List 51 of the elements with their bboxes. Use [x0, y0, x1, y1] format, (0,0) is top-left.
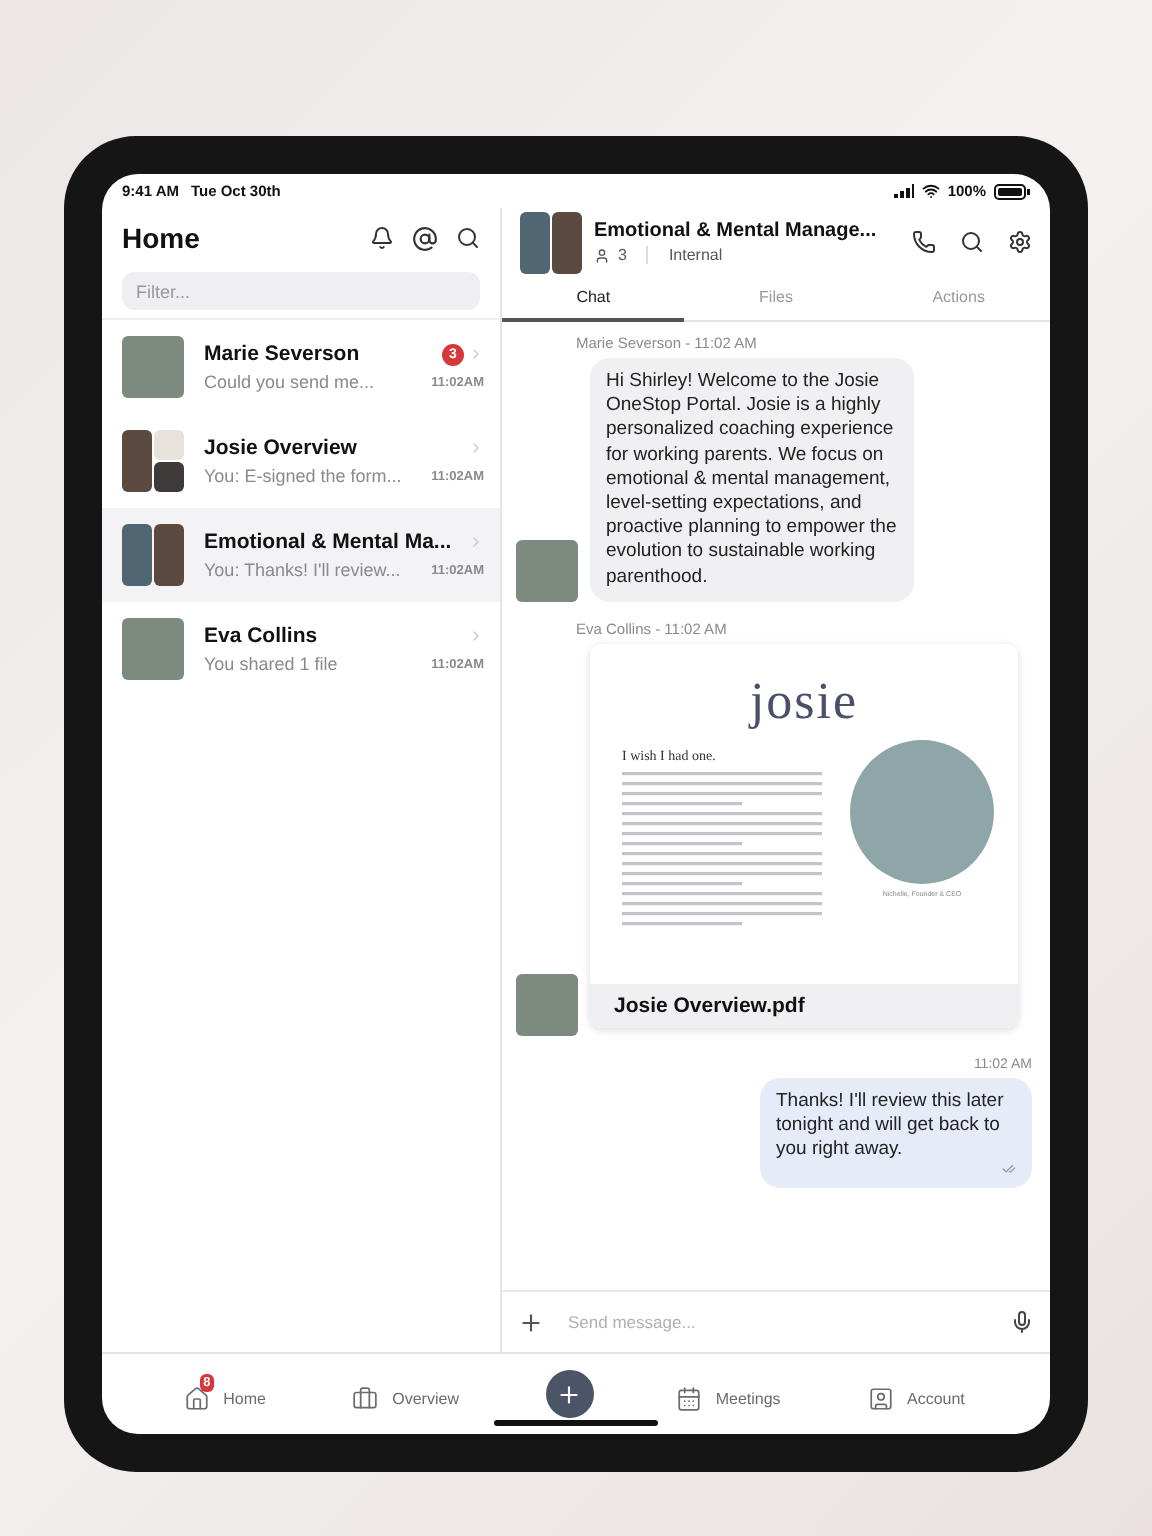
phone-icon[interactable]: [912, 230, 936, 254]
search-icon[interactable]: [960, 230, 984, 254]
message-preview: Could you send me...: [204, 372, 375, 392]
chevron-icon: [468, 534, 484, 550]
conversation-title: Emotional & Mental Manage...: [594, 220, 879, 242]
conversation-name: Josie Overview: [204, 436, 357, 460]
nav-tab[interactable]: Overview: [352, 1371, 463, 1417]
add-icon[interactable]: [518, 1309, 544, 1335]
chevron-icon: [468, 346, 484, 362]
compose-button[interactable]: [545, 1370, 594, 1418]
wifi-icon: [921, 182, 940, 200]
mic-icon[interactable]: [1010, 1310, 1034, 1334]
channel-tag: Internal: [668, 246, 723, 264]
group-avatar: [520, 211, 582, 273]
conversation-name: Emotional & Mental Ma...: [204, 530, 452, 554]
filter-field[interactable]: Filter...: [122, 272, 480, 310]
search-icon[interactable]: [456, 226, 480, 250]
document-logo: josie: [749, 671, 859, 732]
signal-icon: [893, 184, 914, 198]
conversation-name: Marie Severson: [204, 342, 360, 366]
file-name: Josie Overview.pdf: [590, 983, 1018, 1028]
nav-tab[interactable]: Account: [867, 1371, 969, 1417]
conversation-name: Eva Collins: [204, 624, 318, 648]
sender-avatar: [516, 539, 578, 602]
home-icon: [183, 1385, 210, 1411]
bell-icon[interactable]: [370, 226, 394, 250]
message-preview: You: Thanks! I'll review...: [204, 560, 401, 580]
briefcase-icon: [352, 1385, 379, 1411]
person-icon: [594, 247, 610, 263]
nav-tab[interactable]: Meetings: [675, 1371, 785, 1417]
chevron-icon: [468, 628, 484, 644]
chevron-icon: [468, 440, 484, 456]
message-bubble: Thanks! I'll review this later tonight and will get back to you right away.: [760, 1077, 1032, 1189]
avatar-photo: [122, 618, 184, 680]
battery-icon: [994, 183, 1030, 199]
calendar-icon: [675, 1385, 702, 1411]
home-title: Home: [122, 222, 200, 254]
message-preview: You shared 1 file: [204, 654, 338, 674]
avatar-photo: [122, 430, 184, 492]
member-count: 3: [618, 246, 627, 264]
sender-avatar: [516, 973, 578, 1036]
message-bubble: Hi Shirley! Welcome to the Josie OneStop Portal. Josie is a highly personalized coaching experience for working parents. We focus on emotional & mental management, level-setting expectations, and proactive planning to empower the evolution to sustainable working parenthood.: [590, 358, 914, 602]
message-field[interactable]: Send message...: [564, 1310, 990, 1334]
mention-icon[interactable]: [412, 225, 438, 251]
avatar-photo: [122, 336, 184, 398]
tab[interactable]: Chat: [502, 276, 685, 322]
plus-icon: [556, 1381, 583, 1407]
avatar-photo: [122, 524, 184, 586]
settings-icon[interactable]: [1008, 230, 1032, 254]
id-card-icon: [867, 1385, 893, 1411]
message-preview: You: E-signed the form...: [204, 466, 402, 486]
